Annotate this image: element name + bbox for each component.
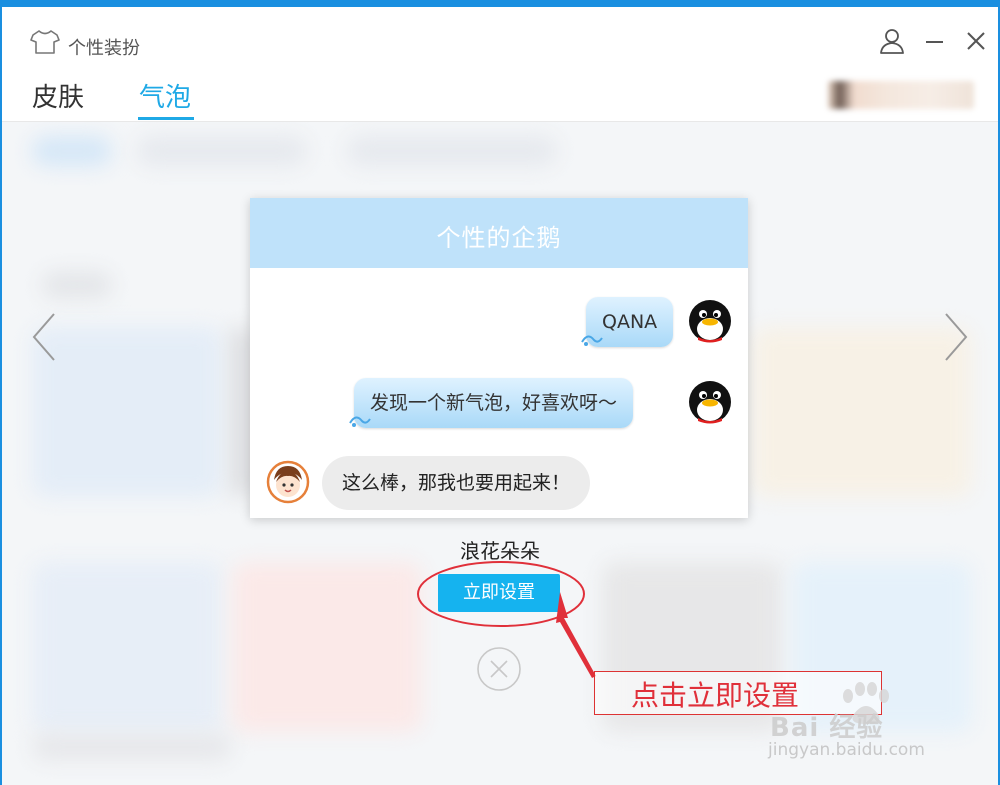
tab-skin[interactable]: 皮肤 [32,77,84,114]
blurred-filter-chip [32,136,112,166]
blurred-account-info [828,81,974,109]
watermark-brand: Bai 经验 [770,713,884,743]
blurred-filter-chip [137,136,307,166]
window-top-accent-bar [0,0,1000,7]
close-icon[interactable] [962,27,990,55]
tab-bubble[interactable]: 气泡 [139,77,191,114]
blurred-filter-chip [347,136,557,166]
penguin-avatar-icon [689,300,731,343]
blurred-section-label [42,272,112,298]
chat-bubble-incoming: 这么棒，那我也要用起来！ [322,456,591,510]
preview-title: 个性的企鹅 [436,224,562,252]
user-icon[interactable] [878,27,906,55]
chat-bubble-text: 发现一个新气泡，好喜欢呀～ [370,392,618,414]
chat-bubble-text: QANA [602,311,658,333]
window-title: 个性装扮 [68,38,140,59]
chat-bubble-text: 这么棒，那我也要用起来！ [342,472,571,494]
blurred-bubble-card [32,562,222,732]
penguin-avatar-icon [689,381,731,424]
next-arrow-icon[interactable] [938,310,972,364]
bubble-preview-dialog: 个性的企鹅 QANA 发现一个新气泡，好喜欢呀～ 这么棒，那我也要用起来！ [250,198,748,518]
chat-bubble-outgoing: 发现一个新气泡，好喜欢呀～ [354,378,634,428]
minimize-icon[interactable] [920,27,948,55]
active-tab-indicator [138,117,194,120]
blurred-bubble-card [232,562,422,732]
close-preview-icon[interactable] [476,646,522,692]
blurred-caption [32,734,232,760]
blurred-bubble-card [232,327,252,497]
wave-decoration-icon [581,335,603,346]
child-avatar-icon [266,460,310,504]
watermark-url: jingyan.baidu.com [768,740,925,760]
title-bar: 个性装扮 [2,7,998,69]
wave-decoration-icon [349,416,371,427]
preview-header: 个性的企鹅 [250,198,748,268]
previous-arrow-icon[interactable] [28,310,62,364]
shirt-icon [30,30,60,54]
annotation-pointer-arrow [556,592,596,678]
tab-bar: 皮肤 气泡 [2,69,998,122]
